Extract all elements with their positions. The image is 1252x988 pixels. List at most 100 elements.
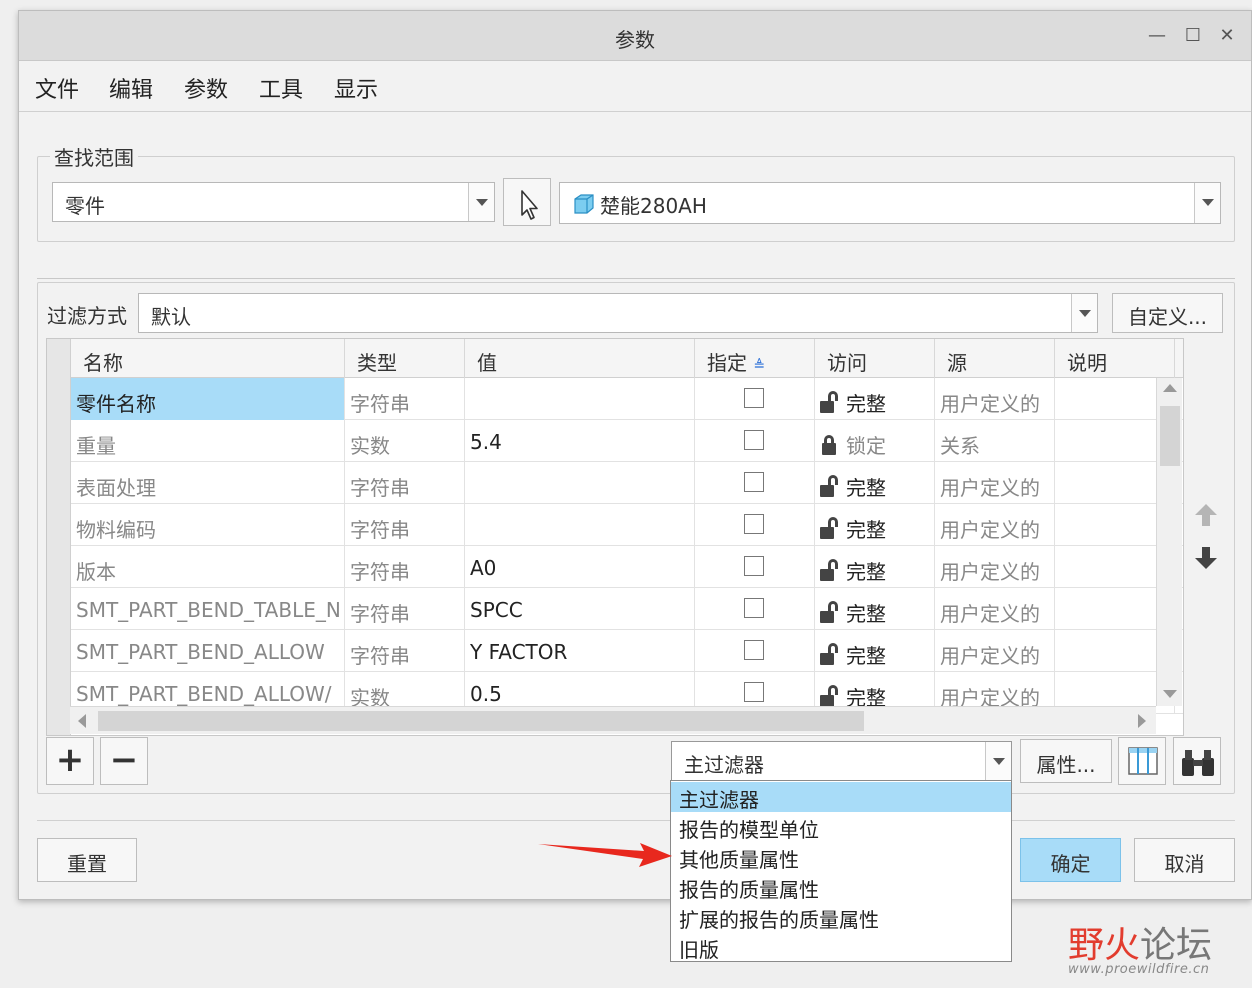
chevron-down-icon[interactable] [1194, 183, 1220, 223]
unlock-icon [820, 517, 846, 539]
part-cube-icon [574, 194, 594, 214]
table-row[interactable]: 物料编码 字符串 完整 用户定义的 [71, 504, 1183, 546]
cell-name[interactable]: SMT_PART_BEND_TABLE_N [71, 588, 345, 630]
cell-type: 字符串 [345, 504, 465, 546]
cell-source: 用户定义的 [935, 546, 1055, 588]
column-header-source[interactable]: 源 [935, 339, 1055, 378]
dropdown-option[interactable]: 旧版 [671, 932, 1011, 962]
cell-value[interactable]: 5.4 [465, 420, 695, 462]
chevron-down-icon[interactable] [985, 742, 1011, 780]
cell-access: 锁定 [815, 420, 935, 462]
designate-checkbox[interactable] [744, 556, 764, 576]
reset-button[interactable]: 重置 [37, 838, 137, 882]
menu-edit[interactable]: 编辑 [109, 72, 153, 104]
table-row[interactable]: 零件名称 字符串 完整 用户定义的 [71, 378, 1183, 420]
scroll-down-icon[interactable] [1163, 690, 1177, 698]
cancel-button[interactable]: 取消 [1134, 838, 1235, 882]
chevron-down-icon[interactable] [468, 183, 494, 221]
column-header-access[interactable]: 访问 [815, 339, 935, 378]
cell-name[interactable]: 版本 [71, 546, 345, 588]
cell-name[interactable]: 零件名称 [71, 378, 345, 420]
scope-type-value: 零件 [65, 194, 105, 218]
cell-value[interactable]: SPCC [465, 588, 695, 630]
cell-designate [695, 420, 815, 462]
model-select[interactable]: 楚能280AH [559, 182, 1221, 224]
dropdown-option[interactable]: 其他质量属性 [671, 842, 1011, 872]
designate-checkbox[interactable] [744, 682, 764, 702]
designate-checkbox[interactable] [744, 430, 764, 450]
designate-checkbox[interactable] [744, 640, 764, 660]
vertical-scrollbar[interactable] [1156, 378, 1182, 706]
cell-source: 用户定义的 [935, 462, 1055, 504]
move-up-icon[interactable] [1193, 502, 1219, 528]
chevron-down-icon[interactable] [1071, 294, 1097, 332]
designate-checkbox[interactable] [744, 598, 764, 618]
parameters-table: 名称 类型 值 指定 ≜ 访问 源 说明 零件名称 字符串 完整 用户定义的 重量 实数 5… [46, 338, 1184, 736]
column-header-value[interactable]: 值 [465, 339, 695, 378]
column-header-description[interactable]: 说明 [1055, 339, 1175, 378]
cell-name[interactable]: 物料编码 [71, 504, 345, 546]
properties-button[interactable]: 属性... [1020, 739, 1112, 783]
footer-divider [37, 820, 1235, 821]
menu-display[interactable]: 显示 [334, 72, 378, 104]
unlock-icon [820, 643, 846, 665]
dropdown-option[interactable]: 扩展的报告的质量属性 [671, 902, 1011, 932]
main-filter-value: 主过滤器 [684, 753, 764, 777]
remove-parameter-button[interactable]: − [100, 737, 148, 785]
cell-designate [695, 378, 815, 420]
search-button[interactable] [1173, 737, 1221, 785]
table-row[interactable]: SMT_PART_BEND_TABLE_N 字符串 SPCC 完整 用户定义的 [71, 588, 1183, 630]
menu-tools[interactable]: 工具 [259, 72, 303, 104]
access-label: 完整 [846, 476, 886, 500]
horizontal-scrollbar[interactable] [70, 706, 1156, 734]
move-down-icon[interactable] [1193, 545, 1219, 571]
cell-value[interactable] [465, 378, 695, 420]
minimize-icon[interactable]: — [1145, 24, 1169, 48]
add-parameter-button[interactable]: + [46, 737, 94, 785]
cell-value[interactable]: A0 [465, 546, 695, 588]
table-row[interactable]: SMT_PART_BEND_ALLOW 字符串 Y FACTOR 完整 用户定义的 [71, 630, 1183, 672]
column-label: 访问 [827, 351, 867, 375]
cell-access: 完整 [815, 588, 935, 630]
maximize-icon[interactable]: ☐ [1181, 24, 1205, 48]
cell-name[interactable]: 重量 [71, 420, 345, 462]
cell-type: 字符串 [345, 630, 465, 672]
scroll-right-icon[interactable] [1138, 714, 1146, 728]
scroll-up-icon[interactable] [1163, 384, 1177, 392]
table-row[interactable]: 版本 字符串 A0 完整 用户定义的 [71, 546, 1183, 588]
table-columns-button[interactable] [1118, 737, 1166, 785]
main-filter-select[interactable]: 主过滤器 [671, 741, 1012, 781]
divider [37, 278, 1235, 279]
table-columns-icon [1128, 747, 1158, 775]
ok-button[interactable]: 确定 [1020, 838, 1121, 882]
close-icon[interactable]: ✕ [1215, 24, 1239, 48]
cell-name[interactable]: SMT_PART_BEND_ALLOW [71, 630, 345, 672]
horizontal-scroll-thumb[interactable] [98, 711, 864, 731]
dropdown-option[interactable]: 报告的质量属性 [671, 872, 1011, 902]
cell-value[interactable] [465, 462, 695, 504]
dropdown-option[interactable]: 报告的模型单位 [671, 812, 1011, 842]
watermark-title-gray: 论坛 [1140, 925, 1213, 966]
dropdown-option[interactable]: 主过滤器 [671, 782, 1011, 812]
cell-value[interactable] [465, 504, 695, 546]
unlock-icon [820, 391, 846, 413]
designate-checkbox[interactable] [744, 388, 764, 408]
vertical-scroll-thumb[interactable] [1160, 406, 1180, 466]
designate-checkbox[interactable] [744, 472, 764, 492]
table-row[interactable]: 表面处理 字符串 完整 用户定义的 [71, 462, 1183, 504]
access-label: 完整 [846, 518, 886, 542]
scroll-left-icon[interactable] [78, 714, 86, 728]
cell-value[interactable]: Y FACTOR [465, 630, 695, 672]
menu-file[interactable]: 文件 [35, 72, 79, 104]
designate-checkbox[interactable] [744, 514, 764, 534]
table-row[interactable]: 重量 实数 5.4 锁定 关系 [71, 420, 1183, 462]
cell-name[interactable]: 表面处理 [71, 462, 345, 504]
filter-select[interactable]: 默认 [138, 293, 1098, 333]
column-header-designate[interactable]: 指定 ≜ [695, 339, 815, 378]
column-header-name[interactable]: 名称 [71, 339, 345, 378]
customize-button[interactable]: 自定义... [1112, 293, 1223, 333]
column-header-type[interactable]: 类型 [345, 339, 465, 378]
scope-type-select[interactable]: 零件 [52, 182, 495, 222]
select-model-button[interactable] [503, 178, 551, 226]
menu-parameters[interactable]: 参数 [184, 72, 228, 104]
